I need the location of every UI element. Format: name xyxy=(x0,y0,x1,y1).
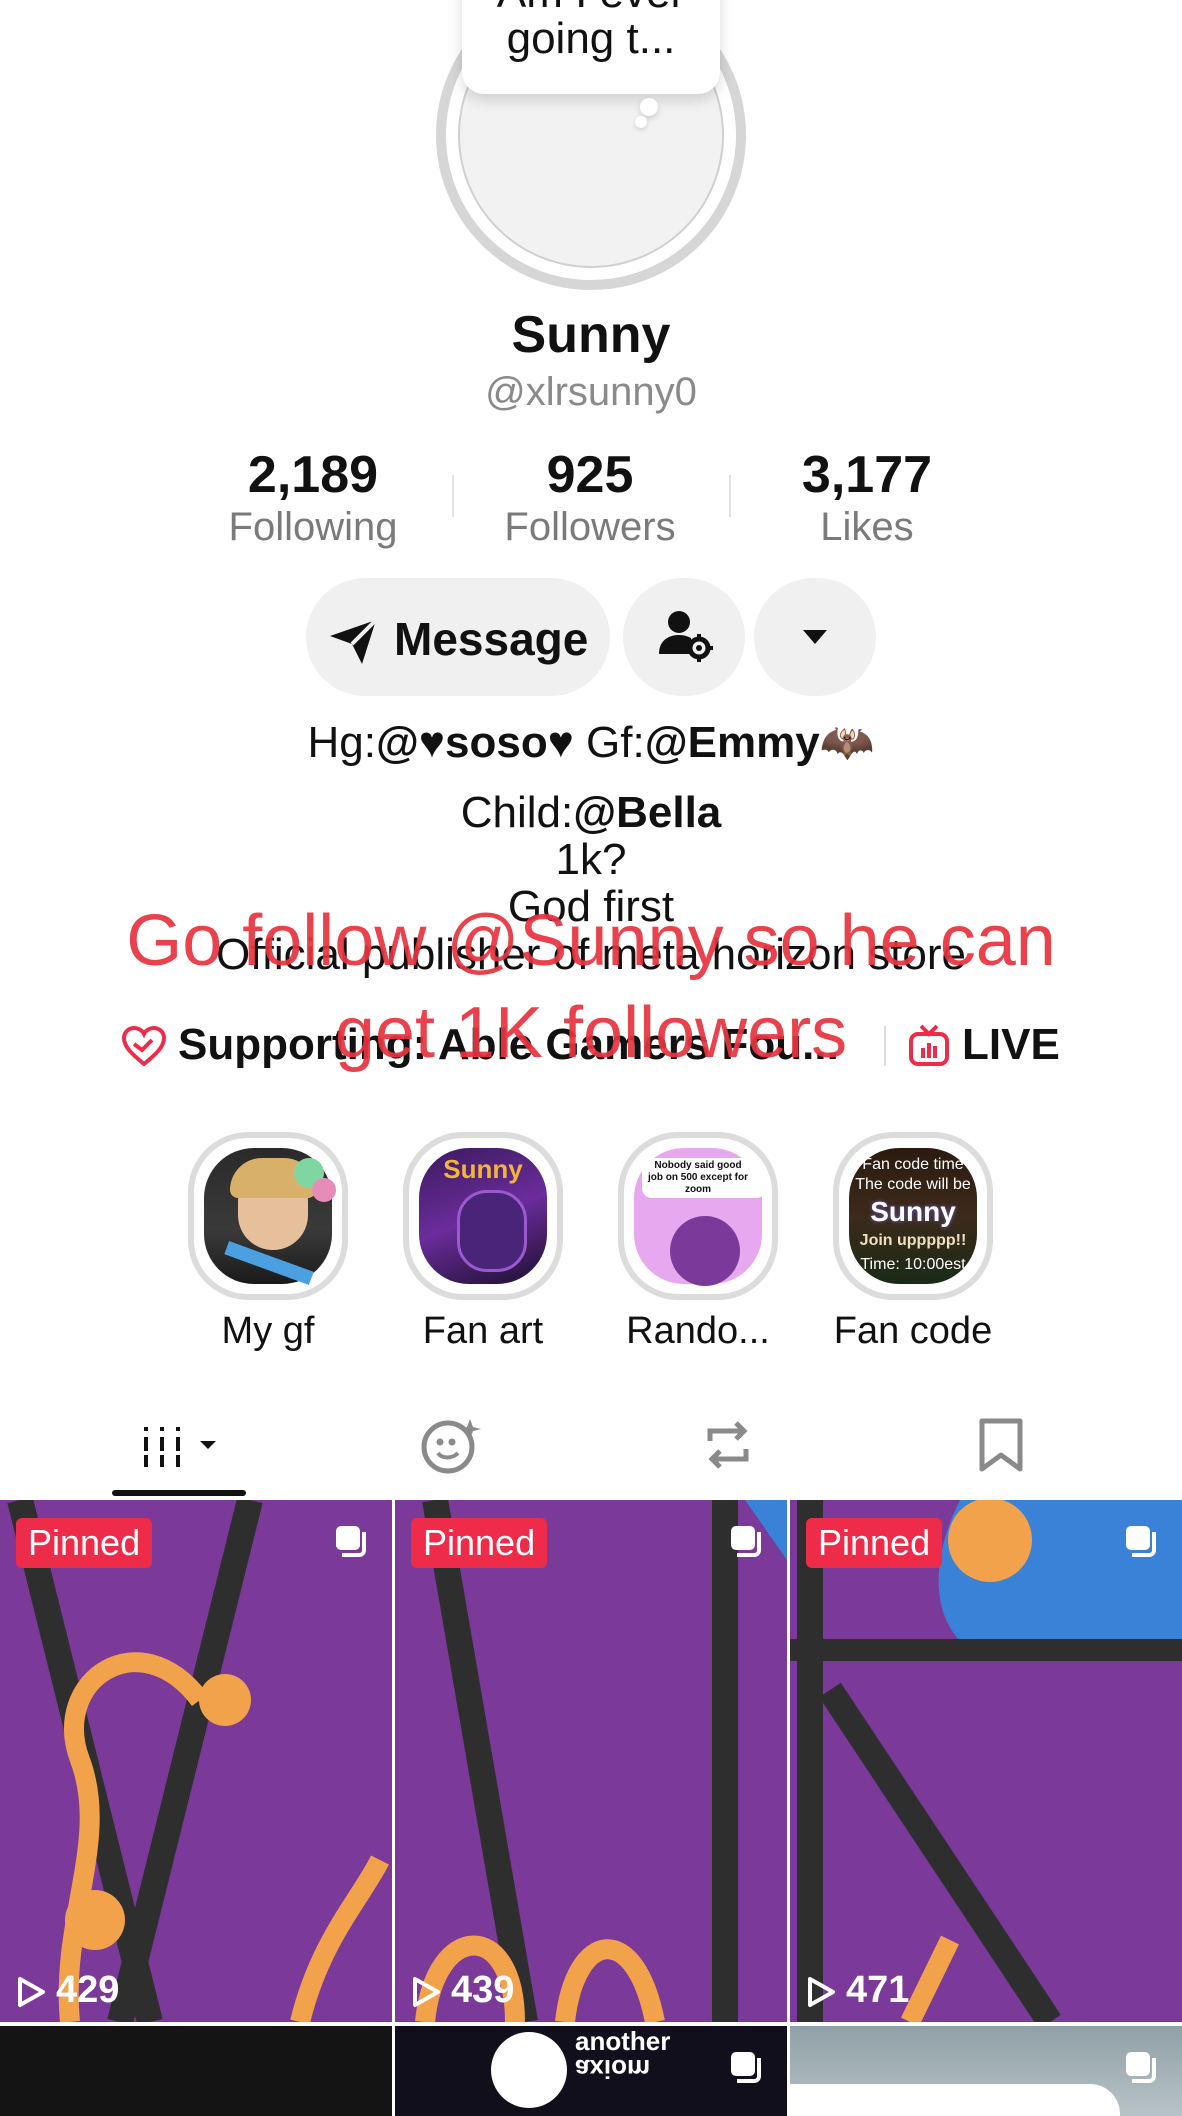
tab-reposts[interactable] xyxy=(698,1415,778,1475)
likes-count: 3,177 xyxy=(801,446,933,504)
video-thumbnail-art xyxy=(7,1500,389,2022)
highlight-cover xyxy=(188,1132,348,1300)
highlight-label: Fan art xyxy=(422,1310,544,1352)
note-text: Am I ever going t... xyxy=(462,0,720,62)
view-count: 439 xyxy=(411,1969,514,2012)
bio-gf-label: Gf: xyxy=(573,718,645,767)
note-bubble-tail-small xyxy=(635,116,647,128)
view-count-value: 471 xyxy=(846,1969,910,2011)
bio-child-label: Child: xyxy=(460,788,574,837)
bio-hg-label: Hg: xyxy=(307,718,376,767)
video-tile[interactable]: Pinned 429 xyxy=(0,1500,392,2022)
fan-code-line-4: Join uppppp!! xyxy=(859,1232,967,1249)
fan-code-line-2: The code will be xyxy=(855,1176,971,1193)
highlight-cover: Fan code time The code will be Sunny Joi… xyxy=(833,1132,993,1300)
video-thumbnail-art xyxy=(790,1500,1182,2022)
random-thumb-text: Nobody said good job on 500 except for z… xyxy=(647,1160,749,1195)
caret-down-icon xyxy=(803,630,827,644)
display-name: Sunny xyxy=(511,306,671,364)
bio-gf-mention[interactable]: @Emmy xyxy=(645,718,820,767)
highlight-label: My gf xyxy=(221,1310,315,1352)
likes-label: Likes xyxy=(820,505,914,549)
tab-saved[interactable] xyxy=(976,1415,1056,1475)
multi-image-icon xyxy=(336,1526,366,1557)
multi-image-icon xyxy=(731,1526,761,1557)
followers-stat[interactable]: 925 Followers xyxy=(460,445,720,549)
note-line-2: going t... xyxy=(506,14,676,62)
more-options-button[interactable] xyxy=(754,578,876,696)
bat-emoji: 🦇 xyxy=(819,718,875,767)
friend-settings-button[interactable] xyxy=(623,578,745,696)
video-tile[interactable]: another axiom xyxy=(395,2026,787,2116)
overlay-line-2: get 1K followers xyxy=(334,993,848,1073)
stat-divider xyxy=(729,475,731,517)
view-count-value: 439 xyxy=(451,1969,515,2011)
following-stat[interactable]: 2,189 Following xyxy=(183,445,443,549)
highlight-cover: Sunny xyxy=(403,1132,563,1300)
play-icon xyxy=(413,1976,440,2007)
following-count: 2,189 xyxy=(247,446,379,504)
multi-image-icon xyxy=(1126,2052,1156,2083)
video-thumbnail-art xyxy=(415,1500,787,2022)
pinned-badge: Pinned xyxy=(16,1518,153,1568)
view-count: 471 xyxy=(806,1969,909,2012)
followers-count: 925 xyxy=(546,446,634,504)
pinned-badge: Pinned xyxy=(806,1518,943,1568)
bio-child-mention[interactable]: @Bella xyxy=(573,788,721,837)
username-handle: @xlrsunny0 xyxy=(485,370,697,414)
fan-code-line-5: Time: 10:00est xyxy=(860,1256,966,1273)
stat-divider xyxy=(452,475,454,517)
video-tile[interactable] xyxy=(790,2026,1182,2116)
tab-videos[interactable] xyxy=(140,1415,220,1475)
highlight-fan-art[interactable]: Sunny Fan art xyxy=(403,1132,563,1353)
videos-grid-icon xyxy=(144,1427,216,1467)
highlight-cover: Nobody said good job on 500 except for z… xyxy=(618,1132,778,1300)
sparkle-face-icon xyxy=(421,1419,481,1474)
bio-line-child: Child:@Bella xyxy=(0,788,1182,838)
fan-code-line-3: Sunny xyxy=(870,1196,956,1227)
overlay-line-1: Go follow @Sunny so he can xyxy=(126,901,1056,981)
highlight-label: Fan code xyxy=(833,1310,993,1352)
fan-code-line-1: Fan code time xyxy=(862,1156,964,1173)
note-bubble-tail xyxy=(640,98,658,116)
play-icon xyxy=(18,1976,45,2007)
active-tab-indicator xyxy=(112,1490,246,1496)
video-tile[interactable] xyxy=(0,2026,392,2116)
highlight-fan-code[interactable]: Fan code time The code will be Sunny Joi… xyxy=(833,1132,993,1353)
bookmark-icon xyxy=(979,1418,1023,1472)
followers-label: Followers xyxy=(504,505,676,549)
play-icon xyxy=(808,1976,835,2007)
fan-art-title: Sunny xyxy=(443,1154,523,1184)
video-tile[interactable]: Pinned 439 xyxy=(395,1500,787,2022)
multi-image-icon xyxy=(731,2052,761,2083)
following-label: Following xyxy=(228,505,398,549)
brand-line-2: axiom xyxy=(575,2054,651,2084)
tab-favorites[interactable] xyxy=(418,1415,498,1475)
view-count-value: 429 xyxy=(56,1969,120,2011)
brand-line-1: another xyxy=(575,2026,671,2056)
view-count: 429 xyxy=(16,1969,119,2012)
message-label: Message xyxy=(394,613,589,665)
pinned-badge: Pinned xyxy=(411,1518,548,1568)
highlight-label: Rando... xyxy=(626,1310,770,1352)
multi-image-icon xyxy=(1126,1526,1156,1557)
highlight-random[interactable]: Nobody said good job on 500 except for z… xyxy=(618,1132,778,1353)
likes-stat[interactable]: 3,177 Likes xyxy=(737,445,997,549)
video-tile[interactable]: Pinned 471 xyxy=(790,1500,1182,2022)
repost-icon xyxy=(707,1421,749,1469)
bio-line-partners: Hg:@♥soso♥ Gf:@Emmy🦇 xyxy=(0,716,1182,768)
highlight-my-gf[interactable]: My gf xyxy=(188,1132,348,1353)
user-gear-icon xyxy=(659,611,713,662)
bio-hg-mention[interactable]: @♥soso♥ xyxy=(376,718,574,767)
overlay-caption: Go follow @Sunny so he can get 1K follow… xyxy=(60,895,1122,1079)
bio-line-1k: 1k? xyxy=(555,835,627,884)
send-icon xyxy=(330,618,378,664)
